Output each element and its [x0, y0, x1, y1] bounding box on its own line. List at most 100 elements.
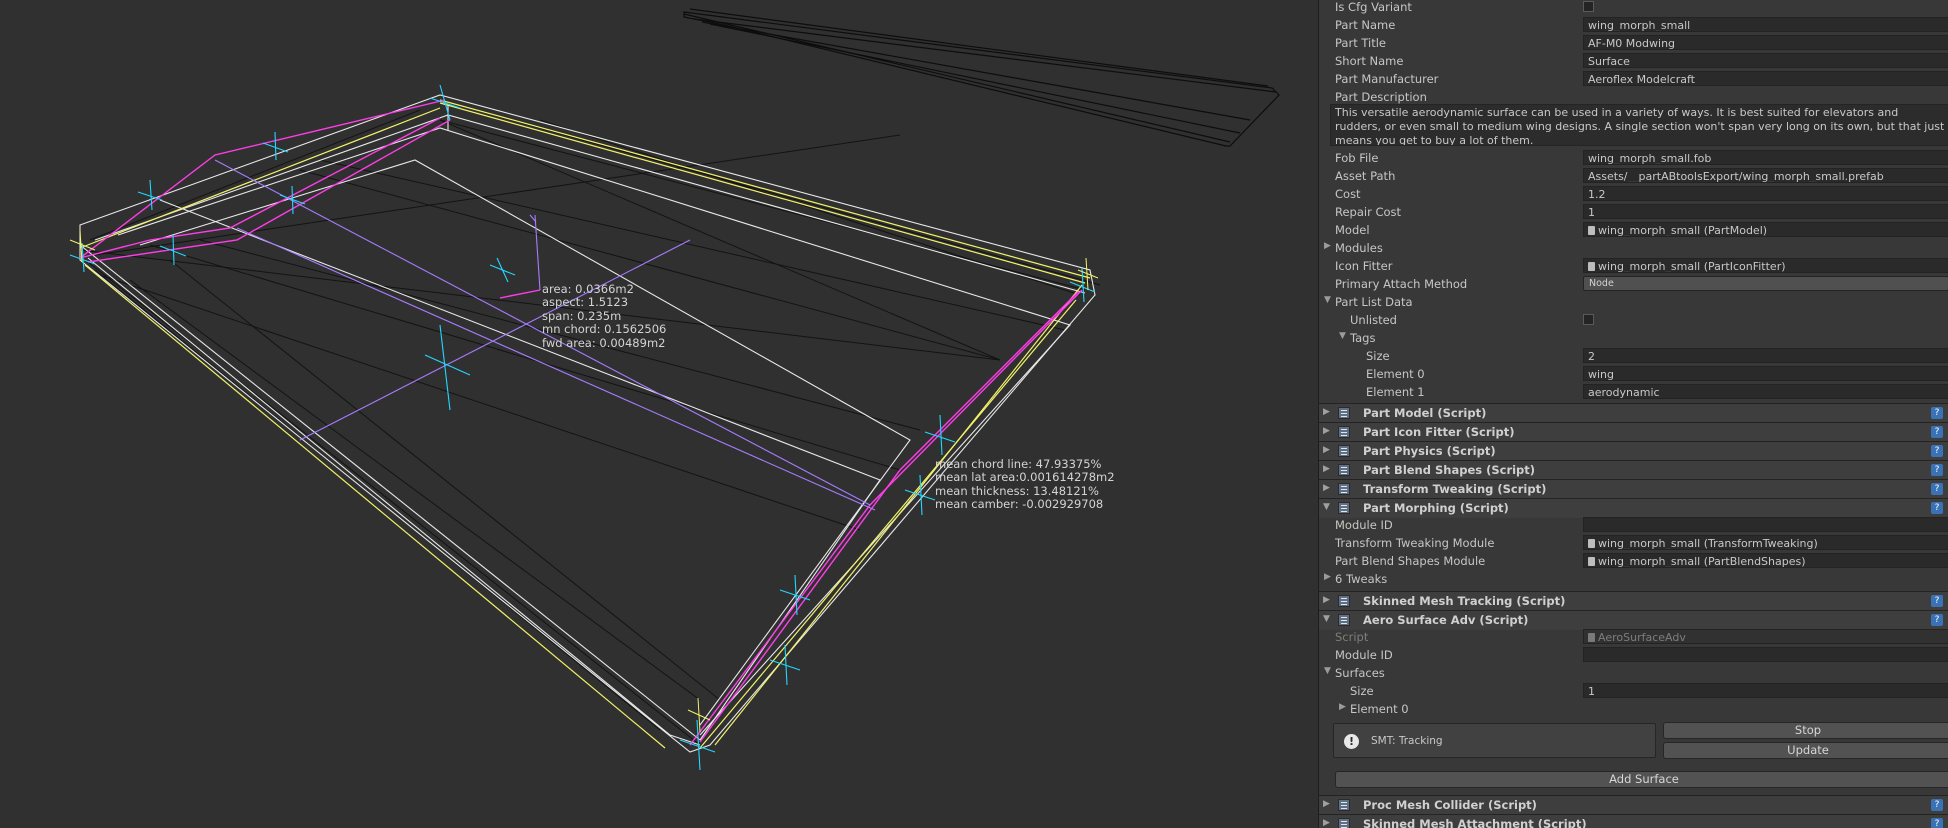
component-title: Part Physics (Script) — [1363, 444, 1496, 458]
component-title: Skinned Mesh Tracking (Script) — [1363, 594, 1566, 608]
component-part-blend-shapes[interactable]: ▶ Part Blend Shapes (Script) ? — [1319, 460, 1948, 480]
aero-module-id-field[interactable] — [1583, 647, 1948, 662]
stop-button[interactable]: Stop — [1663, 722, 1948, 739]
tweaks-foldout-arrow[interactable]: ▶ — [1324, 572, 1331, 582]
help-icon[interactable]: ? — [1931, 464, 1943, 476]
foldout-arrow-icon[interactable]: ▶ — [1323, 464, 1330, 474]
tag-element-1-field[interactable]: aerodynamic — [1583, 384, 1948, 399]
tag-element-0-field[interactable]: wing — [1583, 366, 1948, 381]
manufacturer-field[interactable]: Aeroflex Modelcraft — [1583, 71, 1948, 86]
row-morphing-module-id: Module ID — [1319, 516, 1948, 534]
row-tag-element-0: Element 0 wing — [1319, 365, 1948, 383]
component-part-morphing[interactable]: ▼ Part Morphing (Script) ? — [1319, 498, 1948, 518]
cost-field[interactable]: 1.2 — [1583, 186, 1948, 201]
row-tags[interactable]: ▼ Tags — [1319, 329, 1948, 347]
row-surfaces-size: Size 1 — [1319, 682, 1948, 700]
help-icon[interactable]: ? — [1931, 799, 1943, 811]
component-part-physics[interactable]: ▶ Part Physics (Script) ? — [1319, 441, 1948, 461]
bs-module-value: wing_morph_small (PartBlendShapes) — [1598, 555, 1806, 568]
tags-size-field[interactable]: 2 — [1583, 348, 1948, 363]
help-icon[interactable]: ? — [1931, 426, 1943, 438]
tt-module-object-field[interactable]: wing_morph_small (TransformTweaking) — [1583, 535, 1948, 550]
foldout-arrow-icon[interactable]: ▶ — [1323, 483, 1330, 493]
tags-foldout-arrow[interactable]: ▼ — [1339, 331, 1346, 341]
bs-module-object-field[interactable]: wing_morph_small (PartBlendShapes) — [1583, 553, 1948, 568]
row-tweaks[interactable]: ▶ 6 Tweaks — [1319, 570, 1948, 588]
part-title-field[interactable]: AF-M0 Modwing — [1583, 35, 1948, 50]
background-wing-outline — [683, 8, 1280, 147]
component-title: Part Blend Shapes (Script) — [1363, 463, 1536, 477]
component-skinned-mesh-attachment[interactable]: ▶ Skinned Mesh Attachment (Script) ? — [1319, 814, 1948, 828]
help-icon[interactable]: ? — [1931, 818, 1943, 828]
part-list-data-foldout-arrow[interactable]: ▼ — [1324, 295, 1331, 305]
row-surface-element-0[interactable]: ▶ Element 0 — [1319, 700, 1948, 718]
asset-path-field[interactable]: Assets/__partABtoolsExport/wing_morph_sm… — [1583, 168, 1948, 183]
morphing-module-id-field[interactable] — [1583, 517, 1948, 532]
surface-stats-center: area: 0.0366m2 aspect: 1.5123 span: 0.23… — [542, 282, 667, 350]
component-part-model[interactable]: ▶ Part Model (Script) ? — [1319, 403, 1948, 423]
update-button[interactable]: Update — [1663, 742, 1948, 759]
foldout-arrow-icon[interactable]: ▶ — [1323, 445, 1330, 455]
label-surfaces: Surfaces — [1335, 666, 1385, 680]
label-tt-module: Transform Tweaking Module — [1335, 536, 1495, 550]
row-part-list-data[interactable]: ▼ Part List Data — [1319, 293, 1948, 311]
inspector-panel: Is Cfg Variant Part Name wing_morph_smal… — [1318, 0, 1948, 828]
component-title: Part Icon Fitter (Script) — [1363, 425, 1515, 439]
label-tags-size: Size — [1366, 349, 1390, 363]
label-description: Part Description — [1335, 90, 1427, 104]
repair-cost-field[interactable]: 1 — [1583, 204, 1948, 219]
label-modules: Modules — [1335, 241, 1383, 255]
foldout-arrow-icon[interactable]: ▶ — [1323, 818, 1330, 828]
component-transform-tweaking[interactable]: ▶ Transform Tweaking (Script) ? — [1319, 479, 1948, 499]
object-icon — [1588, 539, 1595, 548]
script-icon — [1338, 614, 1350, 626]
attach-method-dropdown[interactable]: Node — [1583, 276, 1948, 291]
element-0-foldout-arrow[interactable]: ▶ — [1339, 702, 1346, 712]
foldout-arrow-icon[interactable]: ▼ — [1323, 614, 1330, 624]
component-skinned-mesh-tracking[interactable]: ▶ Skinned Mesh Tracking (Script) ? — [1319, 591, 1948, 611]
label-part-title: Part Title — [1335, 36, 1387, 50]
foldout-arrow-icon[interactable]: ▶ — [1323, 595, 1330, 605]
row-part-name: Part Name wing_morph_small — [1319, 16, 1948, 34]
surfaces-foldout-arrow[interactable]: ▼ — [1324, 666, 1331, 676]
scene-view[interactable]: area: 0.0366m2 aspect: 1.5123 span: 0.23… — [0, 0, 1318, 828]
component-proc-mesh-collider[interactable]: ▶ Proc Mesh Collider (Script) ? — [1319, 795, 1948, 815]
row-surfaces[interactable]: ▼ Surfaces — [1319, 664, 1948, 682]
foldout-arrow-icon[interactable]: ▶ — [1323, 407, 1330, 417]
short-name-field[interactable]: Surface — [1583, 53, 1948, 68]
help-icon[interactable]: ? — [1931, 595, 1943, 607]
label-repair-cost: Repair Cost — [1335, 205, 1402, 219]
help-icon[interactable]: ? — [1931, 502, 1943, 514]
row-tags-size: Size 2 — [1319, 347, 1948, 365]
stat-mean-chord: mn chord: 0.1562506 — [542, 322, 667, 337]
part-name-field[interactable]: wing_morph_small — [1583, 17, 1948, 32]
is-cfg-variant-checkbox[interactable] — [1583, 1, 1594, 12]
stat-mean-chord-line: mean chord line: 47.93375% — [935, 457, 1102, 471]
foldout-arrow-icon[interactable]: ▶ — [1323, 426, 1330, 436]
model-object-field[interactable]: wing_morph_small (PartModel) — [1583, 222, 1948, 237]
add-surface-button[interactable]: Add Surface — [1335, 771, 1948, 788]
unlisted-checkbox[interactable] — [1583, 314, 1594, 325]
help-icon[interactable]: ? — [1931, 614, 1943, 626]
surfaces-size-field[interactable]: 1 — [1583, 683, 1948, 698]
help-icon[interactable]: ? — [1931, 483, 1943, 495]
foldout-arrow-icon[interactable]: ▶ — [1323, 799, 1330, 809]
row-modules[interactable]: ▶ Modules — [1319, 239, 1948, 257]
component-part-icon-fitter[interactable]: ▶ Part Icon Fitter (Script) ? — [1319, 422, 1948, 442]
wing-magenta-lines — [79, 99, 1083, 746]
label-unlisted: Unlisted — [1350, 313, 1397, 327]
label-icon-fitter: Icon Fitter — [1335, 259, 1393, 273]
label-module-id: Module ID — [1335, 518, 1393, 532]
help-icon[interactable]: ? — [1931, 407, 1943, 419]
description-textarea[interactable]: This versatile aerodynamic surface can b… — [1330, 104, 1948, 146]
fob-file-field[interactable]: wing_morph_small.fob — [1583, 150, 1948, 165]
label-tags: Tags — [1350, 331, 1376, 345]
label-tweaks: 6 Tweaks — [1335, 572, 1388, 586]
icon-fitter-object-field[interactable]: wing_morph_small (PartIconFitter) — [1583, 258, 1948, 273]
stat-fwd-area: fwd area: 0.00489m2 — [542, 335, 666, 350]
modules-foldout-arrow[interactable]: ▶ — [1324, 241, 1331, 251]
help-icon[interactable]: ? — [1931, 445, 1943, 457]
label-script: Script — [1335, 630, 1369, 644]
component-aero-surface-adv[interactable]: ▼ Aero Surface Adv (Script) ? — [1319, 610, 1948, 630]
foldout-arrow-icon[interactable]: ▼ — [1323, 502, 1330, 512]
